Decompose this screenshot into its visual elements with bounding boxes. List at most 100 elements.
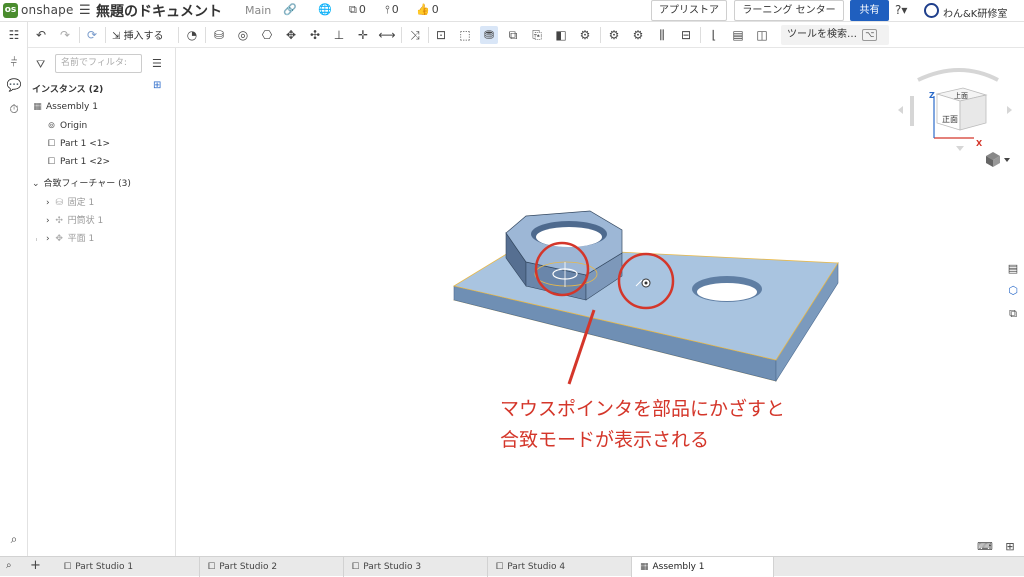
measure-icon[interactable]: ⌊ — [705, 26, 723, 44]
toolbar-divider — [79, 27, 80, 43]
mate-row[interactable]: › ⛁ 固定 1 — [46, 195, 94, 208]
likes-counter[interactable]: 👍 0 — [416, 3, 439, 16]
axis-z-label: Z — [929, 91, 935, 100]
chevron-right-icon[interactable]: › — [46, 198, 50, 208]
section-view-icon[interactable]: ◧ — [552, 26, 570, 44]
globe-icon[interactable]: 🌐 — [318, 3, 332, 16]
share-button[interactable]: 共有 — [850, 0, 889, 21]
help-icon[interactable]: ?▾ — [895, 3, 907, 17]
view-cube[interactable] — [898, 68, 1012, 151]
planar-mate-icon[interactable]: ✥ — [282, 26, 300, 44]
onshape-logo[interactable]: os — [3, 3, 18, 18]
part-instance-row[interactable]: ⧠ Part 1 <2> — [46, 157, 110, 167]
mate-connector-icon[interactable]: ⤨ — [406, 26, 424, 44]
part-studio-icon: ⧠ — [496, 562, 504, 572]
rack-pinion-icon[interactable]: ⚙ — [629, 26, 647, 44]
tab-part-studio-2[interactable]: ⧠ Part Studio 2 — [200, 557, 344, 577]
view-cube-top-label: 上面 — [954, 91, 968, 100]
appearance-panel-icon[interactable]: ⬡ — [1003, 282, 1023, 302]
fastened-mate-icon[interactable]: ⛁ — [210, 26, 228, 44]
view-cube-front-label: 正面 — [942, 115, 958, 124]
grid-settings-icon[interactable]: ⊞ — [1001, 538, 1019, 556]
slider-mate-icon[interactable]: ⎔ — [258, 26, 276, 44]
branch-label: Main — [245, 4, 272, 17]
bom-panel-icon[interactable]: ⧉ — [1003, 305, 1023, 325]
assembly-icon: ▦ — [640, 562, 649, 572]
parallel-mate-icon[interactable]: ⟷ — [378, 26, 396, 44]
cylindrical-mate-icon[interactable]: ✣ — [306, 26, 324, 44]
part-instance-row[interactable]: ⧠ Part 1 <1> — [46, 139, 110, 149]
rollback-bar[interactable] — [36, 238, 37, 241]
brand-name[interactable]: onshape — [21, 3, 74, 17]
mate-row[interactable]: › ✣ 円筒状 1 — [46, 213, 103, 226]
tab-assembly-1[interactable]: ▦ Assembly 1 — [632, 557, 774, 577]
render-mode-icon[interactable] — [986, 152, 1010, 167]
timer-icon[interactable]: ⏱ — [6, 102, 22, 118]
part-icon: ⧠ — [47, 157, 56, 167]
learning-center-button[interactable]: ラーニング センター — [734, 0, 844, 21]
assembly-row[interactable]: ▦ Assembly 1 — [32, 102, 98, 112]
keyboard-shortcuts-icon[interactable]: ⌨ — [976, 538, 994, 556]
properties-panel-icon[interactable]: ▤ — [1003, 260, 1023, 280]
pin-slot-mate-icon[interactable]: ⊥ — [330, 26, 348, 44]
toolbar: ↶ ↷ ⟳ ⇲ 挿入する ◔ ⛁ ◎ ⎔ ✥ ✣ ⊥ ✛ ⟷ ⤨ ⊡ ⬚ ⛃ ⧉… — [28, 22, 1024, 61]
insert-icon: ⇲ — [112, 31, 124, 42]
graphics-viewport[interactable]: 上面 正面 Z X マウスポインタを部品にかざすと 合致モードが表示される — [176, 48, 1024, 556]
tab-search-icon[interactable]: ⌕ — [6, 560, 12, 571]
replicate-icon[interactable]: ⬚ — [456, 26, 474, 44]
insert-button[interactable]: ⇲ 挿入する — [112, 27, 164, 42]
chevron-right-icon[interactable]: › — [46, 216, 50, 226]
plate-part[interactable] — [452, 246, 839, 383]
chevron-down-icon[interactable]: ⌄ — [32, 179, 40, 189]
filter-icon[interactable]: ⛛ — [36, 58, 45, 72]
tab-part-studio-4[interactable]: ⧠ Part Studio 4 — [488, 557, 632, 577]
history-icon[interactable]: ◔ — [183, 26, 201, 44]
mass-properties-icon[interactable]: ▤ — [729, 26, 747, 44]
tool-search-button[interactable]: ツールを検索… ⌥C — [781, 25, 889, 61]
chevron-right-icon[interactable]: › — [46, 234, 50, 244]
menu-icon[interactable]: ☰ — [79, 3, 91, 18]
instances-header[interactable]: インスタンス (2) — [32, 82, 103, 95]
model-canvas[interactable]: 上面 正面 Z X — [176, 48, 1024, 556]
linear-pattern-icon[interactable]: ⧉ — [504, 26, 522, 44]
mates-folder-row[interactable]: ⌄ 合致フィーチャー (3) — [32, 176, 131, 189]
cylindrical-mate-icon: ✣ — [55, 216, 63, 226]
user-name[interactable]: わん&K研修室 — [943, 5, 1007, 20]
comment-icon[interactable]: 💬 — [6, 78, 22, 94]
filter-input[interactable]: 名前でフィルタ: — [55, 54, 142, 73]
link-icon[interactable]: 🔗 — [283, 3, 297, 16]
feature-list-panel: ⛛ 名前でフィルタ: ☰ インスタンス (2) ⊞ ▦ Assembly 1 ⊚ O… — [28, 48, 176, 556]
search-bottom-icon[interactable]: ⌕ — [6, 532, 22, 548]
versions-counter[interactable]: ⫯ 0 — [385, 3, 399, 17]
shortcut-key: ⌥ — [862, 29, 878, 41]
tab-part-studio-1[interactable]: ⧠ Part Studio 1 — [56, 557, 200, 577]
mate-mode-icon[interactable]: ⛃ — [480, 26, 498, 44]
origin-row[interactable]: ⊚ Origin — [46, 121, 87, 131]
gear-relation-icon[interactable]: ⚙ — [605, 26, 623, 44]
display-states-icon[interactable]: ◫ — [753, 26, 771, 44]
view-cube-right — [959, 94, 987, 131]
group-icon[interactable]: ⊡ — [432, 26, 450, 44]
copies-counter[interactable]: ⧉ 0 — [349, 3, 366, 17]
add-tab-icon[interactable]: + — [30, 558, 41, 573]
document-title[interactable]: 無題のドキュメント — [96, 1, 222, 21]
variables-icon[interactable]: ⫩ — [6, 55, 22, 71]
annotation-line-1: マウスポインタを部品にかざすと — [500, 398, 786, 420]
part-studio-icon: ⧠ — [64, 562, 72, 572]
feature-tree-icon[interactable]: ☷ — [6, 28, 22, 44]
explode-view-icon[interactable]: ⚙ — [576, 26, 594, 44]
redo-icon[interactable]: ↷ — [56, 26, 74, 44]
screw-relation-icon[interactable]: ⫼ — [653, 26, 671, 44]
ball-mate-icon[interactable]: ✛ — [354, 26, 372, 44]
linear-relation-icon[interactable]: ⊟ — [677, 26, 695, 44]
undo-icon[interactable]: ↶ — [32, 26, 50, 44]
refresh-icon[interactable]: ⟳ — [83, 26, 101, 44]
revolute-mate-icon[interactable]: ◎ — [234, 26, 252, 44]
add-folder-icon[interactable]: ⊞ — [153, 80, 161, 91]
avatar[interactable] — [924, 3, 939, 18]
app-store-button[interactable]: アプリストア — [651, 0, 727, 21]
list-view-icon[interactable]: ☰ — [152, 57, 162, 70]
tab-part-studio-3[interactable]: ⧠ Part Studio 3 — [344, 557, 488, 577]
mate-row[interactable]: › ✥ 平面 1 — [46, 231, 94, 244]
circular-pattern-icon[interactable]: ⎘ — [528, 26, 546, 44]
